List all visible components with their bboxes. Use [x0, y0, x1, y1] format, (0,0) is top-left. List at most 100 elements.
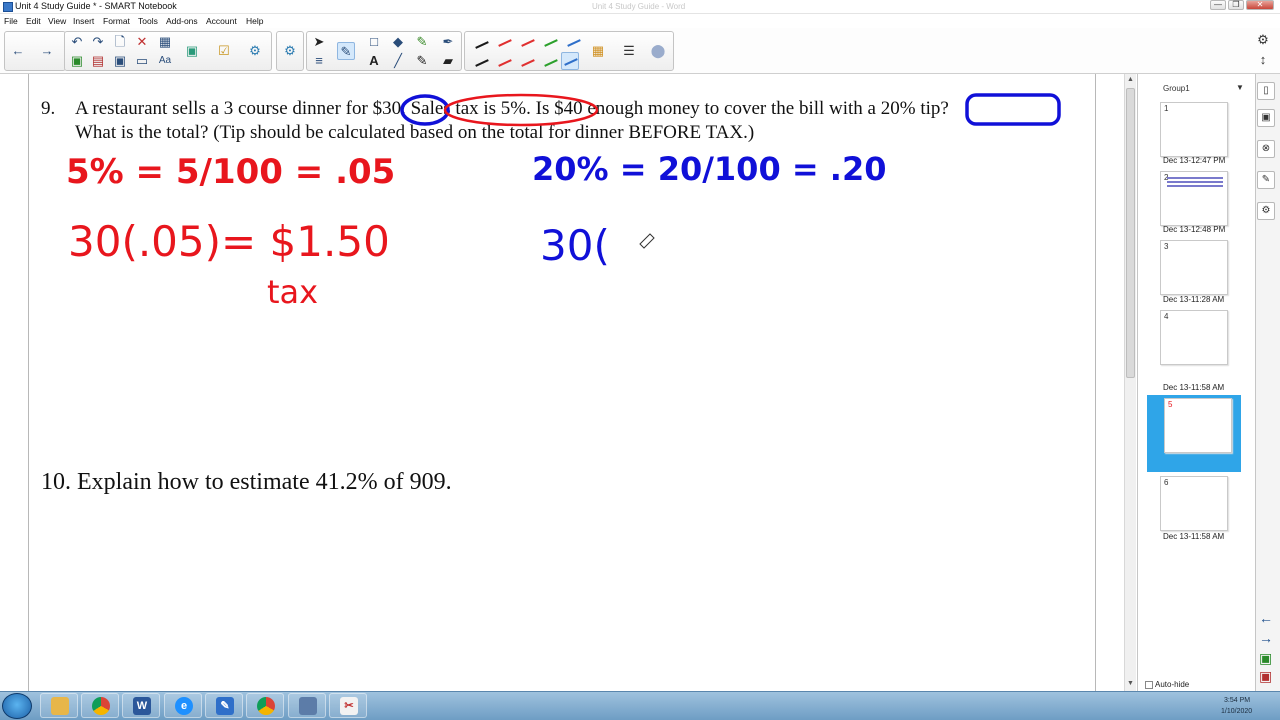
- menu-edit[interactable]: Edit: [26, 16, 41, 26]
- previous-page-side-icon[interactable]: ←: [1259, 610, 1273, 626]
- highlighter-icon[interactable]: ✎: [413, 33, 431, 51]
- line-style-icon[interactable]: ☰: [620, 42, 638, 60]
- taskbar-word[interactable]: W: [122, 693, 160, 718]
- response-group: ⚙: [276, 31, 304, 71]
- page-thumbnail-3[interactable]: 3: [1160, 240, 1228, 295]
- redo-icon[interactable]: ↷: [89, 33, 107, 51]
- chevron-down-icon[interactable]: ▼: [1236, 83, 1244, 92]
- pen-red-thin[interactable]: [498, 39, 512, 47]
- taskbar-file-explorer[interactable]: [40, 693, 78, 718]
- maximize-button[interactable]: ❐: [1228, 0, 1244, 10]
- activity-builder-icon[interactable]: ☑: [215, 42, 233, 60]
- menu-format[interactable]: Format: [103, 16, 130, 26]
- taskbar-chrome[interactable]: [81, 693, 119, 718]
- taskbar-snipping-tool[interactable]: ✂: [329, 693, 367, 718]
- menu-help[interactable]: Help: [246, 16, 263, 26]
- circle-30-dollars: [400, 94, 450, 126]
- page-thumbnail-5[interactable]: 5: [1164, 398, 1232, 453]
- pen-icon[interactable]: ✎: [337, 42, 355, 60]
- save-icon[interactable]: ▣: [111, 52, 129, 70]
- minimize-button[interactable]: —: [1210, 0, 1226, 10]
- tools-group: ➤ ✎ □ ◆ ✎ ✒ ≡ A ╱ ✎ ▰: [306, 31, 462, 71]
- pdf-icon[interactable]: ▤: [89, 52, 107, 70]
- page-thumbnail-2[interactable]: 2: [1160, 171, 1228, 226]
- red-tax-label: tax: [267, 273, 318, 311]
- taskbar-chrome-2[interactable]: [246, 693, 284, 718]
- menu-view[interactable]: View: [48, 16, 66, 26]
- pen-red-thick[interactable]: [498, 59, 512, 67]
- close-button[interactable]: ✕: [1246, 0, 1274, 10]
- taskbar-smart-notebook[interactable]: ✎: [205, 693, 243, 718]
- group-label[interactable]: Group1: [1163, 84, 1190, 93]
- pen-green-thin[interactable]: [544, 39, 558, 47]
- select-icon[interactable]: ➤: [310, 33, 328, 51]
- text-edit-icon[interactable]: Aa: [156, 52, 174, 70]
- add-page-side-icon[interactable]: ▣: [1259, 650, 1272, 667]
- toolbar: ← → ↶ ↷ 🗋 ✕ ▦ ▣ ▤ ▣ ▭ Aa ▣ ☑ ⚙ ⚙ ➤ ✎ □ ◆…: [0, 28, 1280, 74]
- clock-time[interactable]: 3:54 PM: [1224, 697, 1250, 704]
- taskbar-app[interactable]: [288, 693, 326, 718]
- menu-tools[interactable]: Tools: [138, 16, 158, 26]
- page-sorter-tab-icon[interactable]: ▯: [1257, 82, 1275, 100]
- pen-red-thick-2[interactable]: [521, 59, 535, 67]
- attachments-tab-icon[interactable]: ⊗: [1257, 140, 1275, 158]
- page-time-6: Dec 13-11:58 AM: [1163, 532, 1225, 541]
- pen-black-thick[interactable]: [475, 59, 489, 67]
- gallery-tab-icon[interactable]: ▣: [1257, 109, 1275, 127]
- page-time-1: Dec 13-12:47 PM: [1163, 156, 1226, 165]
- pen-black-thin[interactable]: [475, 41, 489, 49]
- addons-tab-icon[interactable]: ⚙: [1257, 202, 1275, 220]
- page-thumbnail-6[interactable]: 6: [1160, 476, 1228, 531]
- settings-icon[interactable]: ⚙: [1254, 31, 1272, 49]
- pen-style-icon[interactable]: ✎: [413, 52, 431, 70]
- pen-fill-icon[interactable]: ⬤: [649, 42, 667, 60]
- fill-icon[interactable]: ◆: [389, 33, 407, 51]
- properties-tab-icon[interactable]: ✎: [1257, 171, 1275, 189]
- scroll-down-icon[interactable]: ▼: [1126, 680, 1135, 687]
- next-page-icon[interactable]: →: [38, 42, 56, 60]
- shapes-icon[interactable]: □: [365, 33, 383, 51]
- delete-page-side-icon[interactable]: ▣: [1259, 668, 1272, 685]
- pen-cursor-icon: [639, 233, 655, 249]
- add-page-icon[interactable]: 🗋: [111, 33, 129, 51]
- toolbar-move-icon[interactable]: ↕: [1254, 51, 1272, 69]
- undo-icon[interactable]: ↶: [68, 33, 86, 51]
- autohide-checkbox[interactable]: [1145, 681, 1153, 689]
- delete-icon[interactable]: ✕: [133, 33, 151, 51]
- word-icon: W: [133, 697, 151, 715]
- text-icon[interactable]: A: [365, 52, 383, 70]
- magic-pen-icon[interactable]: ✒: [439, 33, 457, 51]
- scrollbar-thumb[interactable]: [1126, 88, 1135, 378]
- taskbar-internet-explorer[interactable]: e: [164, 693, 202, 718]
- next-page-side-icon[interactable]: →: [1259, 630, 1273, 646]
- clock-date[interactable]: 1/10/2020: [1221, 708, 1252, 715]
- start-button[interactable]: [2, 693, 32, 719]
- document-camera-icon[interactable]: ▣: [183, 42, 201, 60]
- table-icon[interactable]: ▦: [156, 33, 174, 51]
- menu-insert[interactable]: Insert: [73, 16, 94, 26]
- pen-green-thick[interactable]: [544, 59, 558, 67]
- pen-blue-thick-selected[interactable]: [561, 52, 579, 70]
- page-thumbnail-1[interactable]: 1: [1160, 102, 1228, 157]
- measure-icon[interactable]: ≡: [310, 52, 328, 70]
- ink-annotations[interactable]: 5% = 5/100 = .05 30(.05)= $1.50 tax 20% …: [0, 74, 1124, 691]
- screen-shade-icon[interactable]: ▭: [133, 52, 151, 70]
- pen-blue-thin[interactable]: [567, 39, 581, 47]
- vertical-scrollbar[interactable]: ▲ ▼: [1124, 74, 1136, 691]
- app-icon: [299, 697, 317, 715]
- response-icon[interactable]: ⚙: [281, 42, 299, 60]
- pen-red-thin-2[interactable]: [521, 39, 535, 47]
- snipping-tool-icon: ✂: [340, 697, 358, 715]
- eraser-icon[interactable]: ▰: [439, 52, 457, 70]
- open-file-icon[interactable]: ▣: [68, 52, 86, 70]
- scroll-up-icon[interactable]: ▲: [1126, 76, 1135, 83]
- addons-icon[interactable]: ⚙: [246, 42, 264, 60]
- color-palette-icon[interactable]: ▦: [589, 42, 607, 60]
- menu-file[interactable]: File: [4, 16, 18, 26]
- previous-page-icon[interactable]: ←: [9, 42, 27, 60]
- smart-notebook-icon: [3, 2, 13, 12]
- page-thumbnail-4[interactable]: 4: [1160, 310, 1228, 365]
- menu-account[interactable]: Account: [206, 16, 237, 26]
- menu-addons[interactable]: Add-ons: [166, 16, 198, 26]
- line-icon[interactable]: ╱: [389, 52, 407, 70]
